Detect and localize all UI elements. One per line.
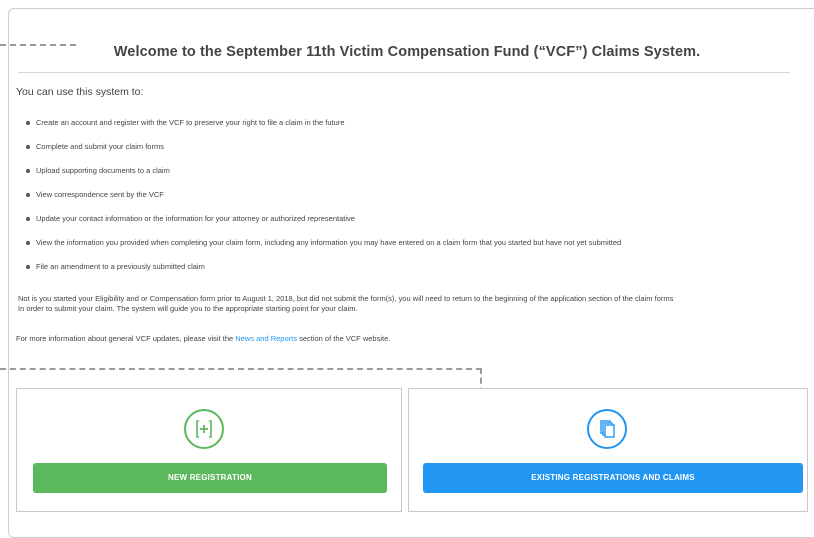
intro-text: You can use this system to: (16, 86, 144, 98)
list-item: View correspondence sent by the VCF (26, 190, 621, 214)
existing-registrations-icon-circle (587, 409, 627, 449)
existing-registrations-button[interactable]: EXISTING REGISTRATIONS AND CLAIMS (423, 463, 803, 493)
list-item: Create an account and register with the … (26, 118, 621, 142)
title-divider (18, 72, 790, 73)
new-registration-button[interactable]: NEW REGISTRATION (33, 463, 387, 493)
notice-text: Not is you started your Eligibility and … (18, 294, 673, 314)
list-item: Update your contact information or the i… (26, 214, 621, 238)
list-item: Complete and submit your claim forms (26, 142, 621, 166)
documents-stack-icon (600, 420, 615, 438)
list-item: View the information you provided when c… (26, 238, 621, 262)
notice-line-2: In order to submit your claim. The syste… (18, 304, 358, 313)
list-item: Upload supporting documents to a claim (26, 166, 621, 190)
page-title: Welcome to the September 11th Victim Com… (113, 44, 701, 60)
existing-registrations-card: EXISTING REGISTRATIONS AND CLAIMS (408, 388, 808, 512)
list-item: File an amendment to a previously submit… (26, 262, 621, 286)
notice-line-1: Not is you started your Eligibility and … (18, 294, 674, 303)
new-registration-card: NEW REGISTRATION (16, 388, 402, 512)
more-info-suffix: section of the VCF website. (296, 334, 391, 343)
feature-list: Create an account and register with the … (26, 118, 621, 286)
news-and-reports-link[interactable]: News and Reports (235, 334, 297, 343)
new-registration-icon-circle (184, 409, 224, 449)
more-info-prefix: For more information about general VCF u… (16, 334, 236, 343)
dashed-connector-middle (0, 368, 482, 370)
more-info-text: For more information about general VCF u… (16, 334, 390, 343)
plus-document-icon (196, 420, 212, 438)
